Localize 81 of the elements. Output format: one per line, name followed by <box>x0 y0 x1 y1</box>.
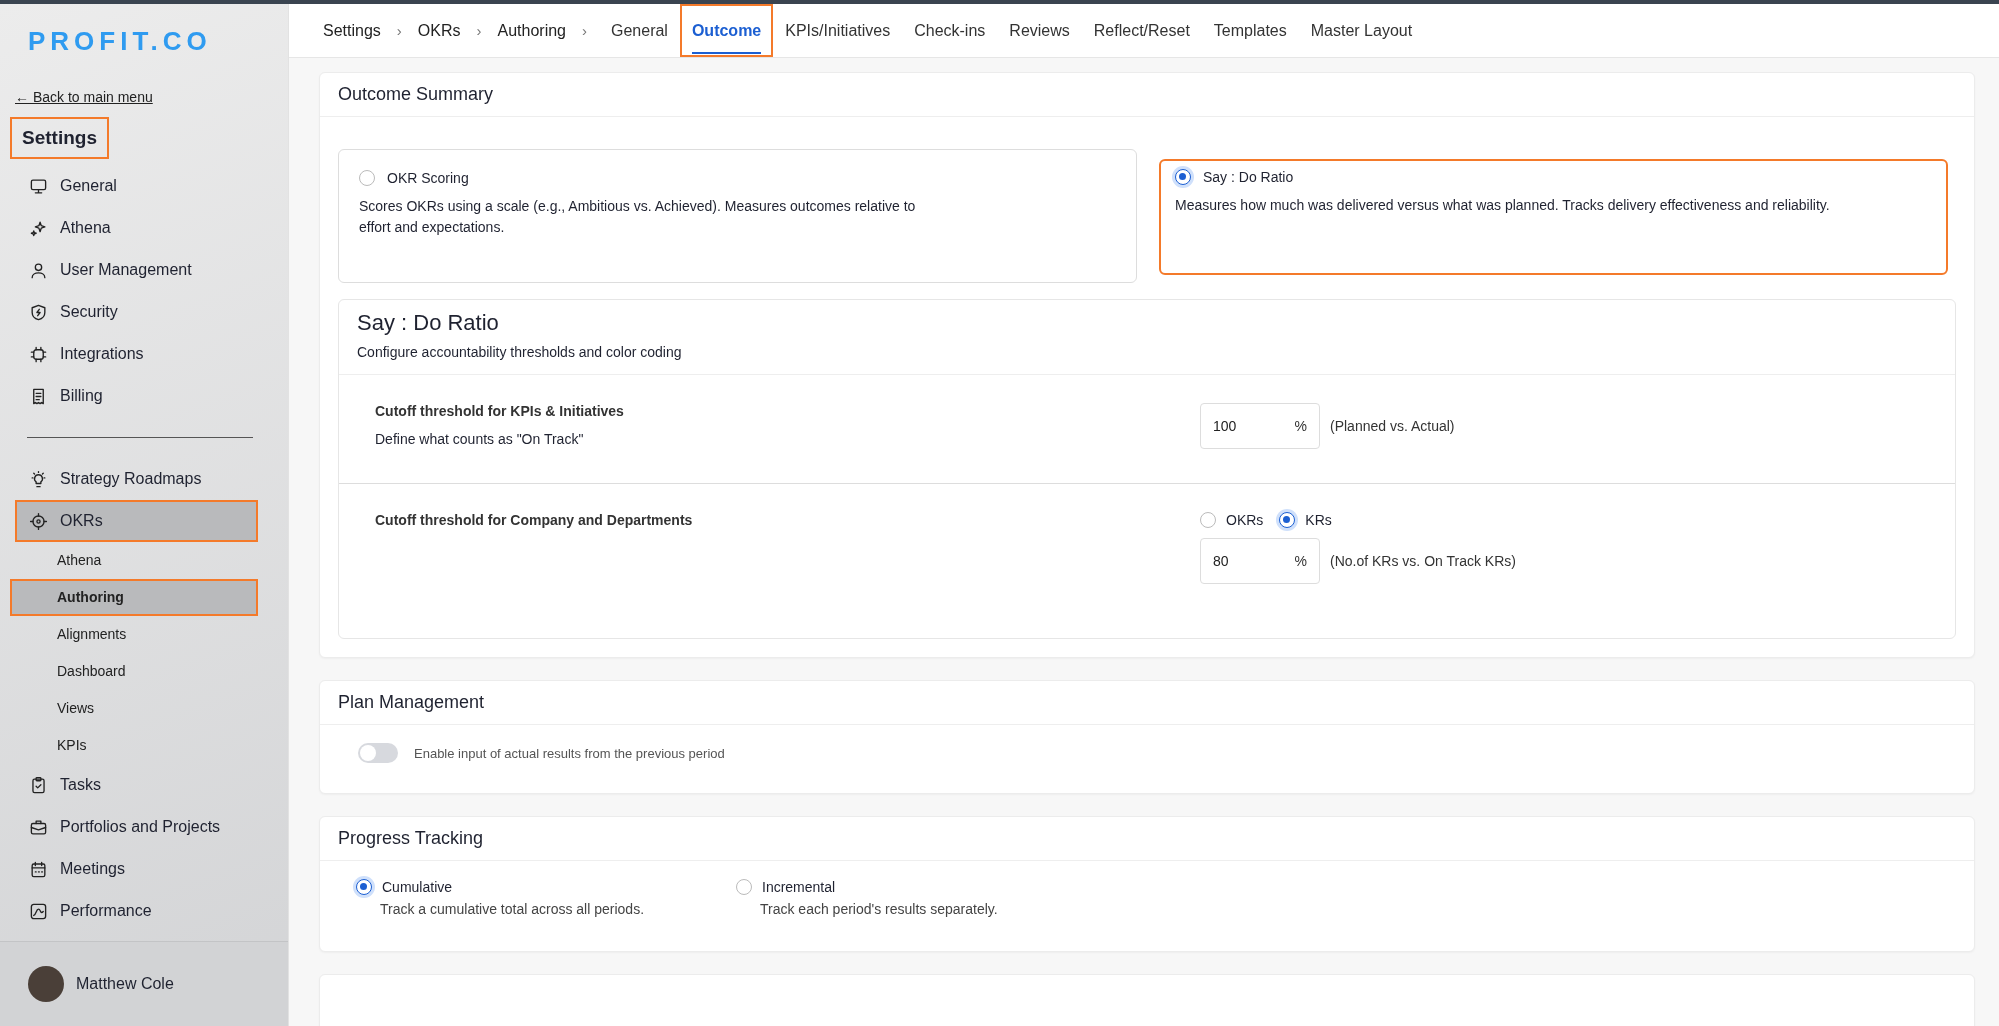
lightbulb-icon <box>29 469 48 489</box>
breadcrumb-separator: › <box>396 22 402 39</box>
sidebar-item[interactable]: Athena <box>15 207 258 249</box>
radio-button[interactable] <box>1200 512 1216 528</box>
breadcrumb-link[interactable]: OKRs <box>413 21 465 40</box>
tab[interactable]: Outcome <box>691 7 762 54</box>
threshold-label: Cutoff threshold for Company and Departments <box>375 512 694 528</box>
option-description: Scores OKRs using a scale (e.g., Ambitious vs. Achieved). Measures outcomes relative to effort and expectations. <box>359 197 917 237</box>
unit-label: % <box>1294 553 1307 569</box>
option-description: Measures how much was delivered versus what was planned. Tracks delivery effectiveness and reliability. <box>1175 196 1831 215</box>
sidebar-item[interactable]: Security <box>15 291 258 333</box>
radio-button[interactable] <box>356 879 372 895</box>
option-card[interactable]: OKR Scoring Scores OKRs using a scale (e.g., Ambitious vs. Achieved). Measures outcomes relative to effort and expectations. <box>338 149 1137 283</box>
sidebar-item[interactable]: General <box>15 165 258 207</box>
sidebar-subitem[interactable]: Athena <box>10 542 258 579</box>
radio-button[interactable] <box>359 170 375 186</box>
tab[interactable]: Templates <box>1213 7 1287 54</box>
threshold-label: Cutoff threshold for KPIs & Initiatives <box>375 403 625 419</box>
section-subtitle: Configure accountability thresholds and color coding <box>357 344 683 360</box>
option-label: Cumulative <box>382 879 453 895</box>
breadcrumb-separator: › <box>582 22 587 39</box>
option-description: Track each period's results separately. <box>760 901 999 917</box>
chart-icon <box>29 901 48 921</box>
radio-button[interactable] <box>1175 169 1191 185</box>
user-icon <box>29 260 48 280</box>
radio-button[interactable] <box>736 879 752 895</box>
sidebar-item[interactable]: Billing <box>15 375 258 417</box>
percent-field[interactable]: 100 % <box>1200 403 1320 449</box>
option-title: OKR Scoring <box>387 170 469 186</box>
radio-label: OKRs <box>1226 512 1264 528</box>
sidebar-subitem[interactable]: Authoring <box>10 579 258 616</box>
sidebar-subitem[interactable]: Views <box>10 690 258 727</box>
unit-label: % <box>1294 418 1307 434</box>
sidebar-subitem[interactable]: KPIs <box>10 727 258 764</box>
sidebar-item[interactable]: Strategy Roadmaps <box>15 458 258 500</box>
tab[interactable]: KPIs/Initiatives <box>785 7 891 54</box>
monitor-icon <box>29 176 48 196</box>
section-title: Say : Do Ratio <box>357 310 500 336</box>
tab[interactable]: Master Layout <box>1310 7 1413 54</box>
shield-icon <box>29 302 48 322</box>
panel-title: Progress Tracking <box>320 817 1974 861</box>
threshold-description: Define what counts as "On Track" <box>375 431 585 447</box>
field-note: (Planned vs. Actual) <box>1330 418 1455 434</box>
sidebar-item[interactable]: Tasks <box>15 764 258 806</box>
option-description: Track a cumulative total across all periods. <box>380 901 646 917</box>
sidebar-item[interactable]: Meetings <box>15 848 258 890</box>
sidebar-subitem[interactable]: Dashboard <box>10 653 258 690</box>
panel-title: Plan Management <box>320 681 1974 725</box>
sidebar-item[interactable]: Integrations <box>15 333 258 375</box>
tab[interactable]: Check-ins <box>914 7 986 54</box>
panel-title: Outcome Summary <box>320 73 1974 117</box>
option-label: Incremental <box>762 879 836 895</box>
user-name[interactable]: Matthew Cole <box>76 975 174 993</box>
breadcrumb-link[interactable]: Authoring <box>493 21 570 40</box>
logo: PROFIT.CO <box>28 26 212 57</box>
target-icon <box>29 511 48 531</box>
clipboard-icon <box>29 775 48 795</box>
toggle-switch[interactable] <box>358 743 398 763</box>
sidebar-title: Settings <box>10 117 109 159</box>
tab[interactable]: Reflect/Reset <box>1093 7 1190 54</box>
sidebar-item[interactable]: Portfolios and Projects <box>15 806 258 848</box>
tab[interactable]: Reviews <box>1009 7 1070 54</box>
breadcrumb-separator: › <box>476 22 482 39</box>
briefcase-icon <box>29 817 48 837</box>
sidebar-item[interactable]: OKRs <box>15 500 258 542</box>
toggle-label: Enable input of actual results from the previous period <box>414 745 725 761</box>
chip-icon <box>29 344 48 364</box>
sidebar-subitem[interactable]: Alignments <box>10 616 258 653</box>
sidebar-item[interactable]: Performance <box>15 890 258 932</box>
percent-field[interactable]: 80 % <box>1200 538 1320 584</box>
field-note: (No.of KRs vs. On Track KRs) <box>1330 553 1516 569</box>
radio-label: KRs <box>1305 512 1332 528</box>
calendar-icon <box>29 859 48 879</box>
option-title: Say : Do Ratio <box>1203 169 1294 185</box>
radio-button[interactable] <box>1279 512 1296 528</box>
back-link[interactable]: ← Back to main menu <box>15 89 153 105</box>
breadcrumb-link[interactable]: Settings <box>319 21 385 40</box>
sidebar-item[interactable]: User Management <box>15 249 258 291</box>
option-card[interactable]: Say : Do Ratio Measures how much was delivered versus what was planned. Tracks delivery effectiveness and reliability. <box>1159 159 1948 275</box>
tab[interactable]: General <box>611 7 668 54</box>
avatar[interactable] <box>28 966 64 1002</box>
